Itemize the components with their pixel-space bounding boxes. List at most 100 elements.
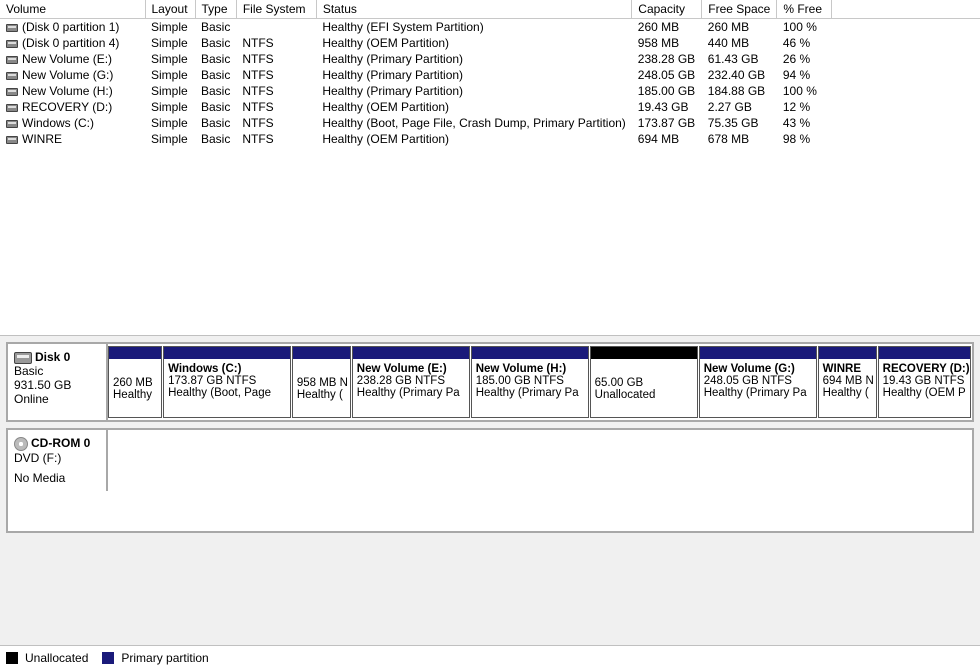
table-row[interactable]: Windows (C:)SimpleBasicNTFSHealthy (Boot… [0,115,980,131]
partition-status: Unallocated [595,389,693,401]
col-header[interactable]: File System [236,0,316,19]
partition-block[interactable]: RECOVERY (D:)19.43 GB NTFSHealthy (OEM P [878,346,971,418]
partition-block[interactable]: 65.00 GBUnallocated [590,346,698,418]
partition-stripe [472,347,588,359]
volume-pct: 46 % [777,35,832,51]
volume-free: 678 MB [702,131,777,147]
partition-name: New Volume (E:) [357,363,465,375]
volume-pct: 100 % [777,83,832,99]
disk-0-title: Disk 0 [35,350,70,364]
partition-name: WINRE [823,363,872,375]
volume-pct: 94 % [777,67,832,83]
partition-block[interactable]: New Volume (G:)248.05 GB NTFSHealthy (Pr… [699,346,817,418]
partition-stripe [109,347,161,359]
disk-0-row[interactable]: Disk 0 Basic 931.50 GB Online 260 MBHeal… [6,342,974,422]
legend-swatch-unallocated [6,652,18,664]
partition-name: Windows (C:) [168,363,286,375]
volume-icon [6,120,18,128]
volume-status: Healthy (OEM Partition) [316,131,631,147]
volume-name: WINRE [22,132,62,146]
volume-icon [6,136,18,144]
volume-status: Healthy (OEM Partition) [316,99,631,115]
col-header[interactable]: Status [316,0,631,19]
volume-capacity: 260 MB [632,19,702,36]
volume-pct: 12 % [777,99,832,115]
partition-stripe [591,347,697,359]
legend-label-unallocated: Unallocated [25,651,88,665]
partition-block[interactable]: New Volume (E:)238.28 GB NTFSHealthy (Pr… [352,346,470,418]
legend-label-primary: Primary partition [121,651,208,665]
volume-fs: NTFS [236,99,316,115]
partition-stripe [879,347,970,359]
partition-size: 260 MB [113,377,157,389]
legend-swatch-primary [102,652,114,664]
partition-status: Healthy ( [823,387,872,399]
partition-stripe [293,347,350,359]
volume-layout: Simple [145,19,195,36]
partition-size: 19.43 GB NTFS [883,375,966,387]
disk-icon [14,352,32,364]
col-header[interactable]: Volume [0,0,145,19]
volume-layout: Simple [145,99,195,115]
table-row[interactable]: RECOVERY (D:)SimpleBasicNTFSHealthy (OEM… [0,99,980,115]
volume-name: (Disk 0 partition 1) [22,20,119,34]
volume-layout: Simple [145,67,195,83]
col-header[interactable]: Layout [145,0,195,19]
table-row[interactable]: (Disk 0 partition 1)SimpleBasicHealthy (… [0,19,980,36]
cdrom-row[interactable]: CD-ROM 0 DVD (F:) No Media [6,428,974,533]
volume-type: Basic [195,83,236,99]
volume-name: Windows (C:) [22,116,94,130]
partition-size: 65.00 GB [595,377,693,389]
volume-free: 75.35 GB [702,115,777,131]
table-row[interactable]: New Volume (H:)SimpleBasicNTFSHealthy (P… [0,83,980,99]
volume-fs [236,19,316,36]
volume-type: Basic [195,35,236,51]
partition-block[interactable]: Windows (C:)173.87 GB NTFSHealthy (Boot,… [163,346,291,418]
volume-capacity: 173.87 GB [632,115,702,131]
disk-graphic-pane: Disk 0 Basic 931.50 GB Online 260 MBHeal… [0,335,980,645]
table-row[interactable]: (Disk 0 partition 4)SimpleBasicNTFSHealt… [0,35,980,51]
volume-status: Healthy (EFI System Partition) [316,19,631,36]
volume-icon [6,88,18,96]
col-header[interactable]: Free Space [702,0,777,19]
volume-icon [6,40,18,48]
disk-0-label: Disk 0 Basic 931.50 GB Online [8,344,108,420]
volume-pct: 100 % [777,19,832,36]
table-row[interactable]: New Volume (E:)SimpleBasicNTFSHealthy (P… [0,51,980,67]
col-header[interactable]: % Free [777,0,832,19]
table-row[interactable]: New Volume (G:)SimpleBasicNTFSHealthy (P… [0,67,980,83]
volume-status: Healthy (OEM Partition) [316,35,631,51]
volume-fs: NTFS [236,83,316,99]
legend: Unallocated Primary partition [0,645,980,669]
volume-status: Healthy (Primary Partition) [316,67,631,83]
partition-block[interactable]: 260 MBHealthy [108,346,162,418]
disk-0-state: Online [14,392,100,406]
volume-type: Basic [195,115,236,131]
volume-capacity: 19.43 GB [632,99,702,115]
partition-block[interactable]: WINRE694 MB NHealthy ( [818,346,877,418]
table-row[interactable]: WINRESimpleBasicNTFSHealthy (OEM Partiti… [0,131,980,147]
volume-layout: Simple [145,115,195,131]
partition-status: Healthy (Primary Pa [357,387,465,399]
col-header[interactable]: Type [195,0,236,19]
col-header[interactable]: Capacity [632,0,702,19]
partition-status: Healthy (Primary Pa [476,387,584,399]
partition-block[interactable]: New Volume (H:)185.00 GB NTFSHealthy (Pr… [471,346,589,418]
volume-capacity: 248.05 GB [632,67,702,83]
volume-type: Basic [195,51,236,67]
partition-status: Healthy (Boot, Page [168,387,286,399]
partition-stripe [353,347,469,359]
volume-fs: NTFS [236,51,316,67]
partition-stripe [164,347,290,359]
partition-size: 173.87 GB NTFS [168,375,286,387]
volume-status: Healthy (Primary Partition) [316,51,631,67]
partition-size: 185.00 GB NTFS [476,375,584,387]
volume-name: New Volume (H:) [22,84,113,98]
volume-table[interactable]: VolumeLayoutTypeFile SystemStatusCapacit… [0,0,980,147]
partition-block[interactable]: 958 MB NHealthy ( [292,346,351,418]
volume-list-pane: VolumeLayoutTypeFile SystemStatusCapacit… [0,0,980,335]
volume-capacity: 185.00 GB [632,83,702,99]
volume-name: RECOVERY (D:) [22,100,112,114]
volume-fs: NTFS [236,131,316,147]
volume-capacity: 694 MB [632,131,702,147]
